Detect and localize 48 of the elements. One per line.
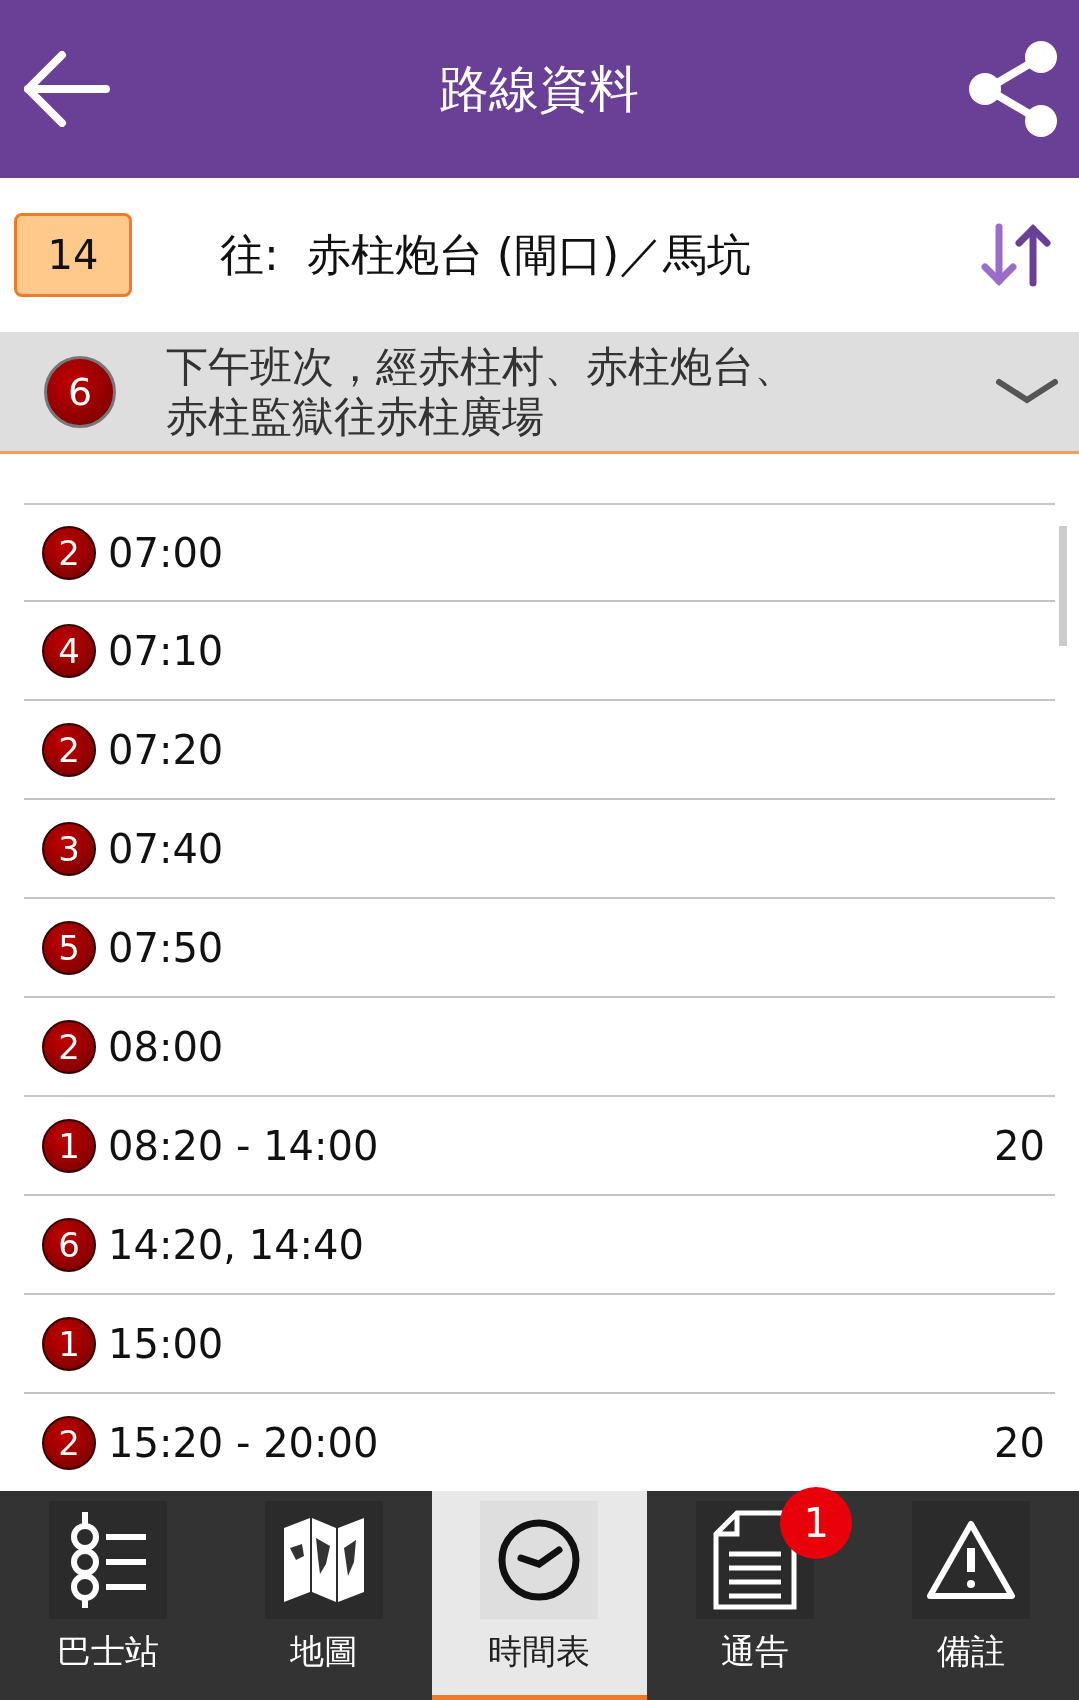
- nav-label: 地圖: [289, 1630, 358, 1673]
- notification-badge: 1: [780, 1487, 853, 1559]
- frequency-minutes: 20: [994, 1122, 1045, 1169]
- map-icon: [283, 1518, 364, 1602]
- warning-icon: [926, 1520, 1017, 1600]
- back-button[interactable]: [24, 51, 110, 127]
- variant-number: 2: [42, 525, 96, 580]
- departure-times: 15:20 - 20:00: [108, 1419, 380, 1466]
- variant-number: 2: [42, 722, 96, 777]
- variant-number: 5: [42, 920, 96, 975]
- share-button[interactable]: [967, 39, 1059, 139]
- variant-description: 下午班次，經赤柱村、赤柱炮台、: [166, 341, 796, 392]
- departure-times: 08:00: [108, 1023, 225, 1070]
- variant-selector[interactable]: 6 下午班次，經赤柱村、赤柱炮台、 赤柱監獄往赤柱廣場: [0, 332, 1079, 454]
- nav-tab[interactable]: 時間表: [431, 1491, 648, 1700]
- departure-times: 07:50: [108, 924, 225, 971]
- departure-times: 14:20, 14:40: [108, 1221, 365, 1268]
- chevron-down-icon: [995, 377, 1059, 406]
- variant-number: 1: [42, 1118, 96, 1173]
- nav-tab[interactable]: 巴士站: [0, 1491, 216, 1700]
- nav-label: 時間表: [488, 1630, 591, 1673]
- departure-times: 07:40: [108, 825, 225, 872]
- variant-number: 3: [42, 821, 96, 876]
- departure-times: 08:20 - 14:00: [108, 1122, 380, 1169]
- screen-title: 路線資料: [438, 58, 639, 120]
- departure-times: 07:20: [108, 726, 225, 773]
- variant-number: 2: [42, 1019, 96, 1074]
- variant-number: 6: [44, 355, 116, 428]
- variant-number: 6: [42, 1217, 96, 1272]
- swap-direction-button[interactable]: [981, 223, 1051, 287]
- variant-number: 4: [42, 623, 96, 678]
- departure-times: 07:10: [108, 627, 225, 674]
- share-icon: [967, 39, 1059, 139]
- variant-number: 1: [42, 1316, 96, 1371]
- nav-label: 巴士站: [56, 1630, 159, 1673]
- document-icon: [713, 1510, 798, 1610]
- departure-times: 15:00: [108, 1320, 225, 1367]
- frequency-minutes: 20: [994, 1419, 1045, 1466]
- nav-label: 通告: [721, 1630, 790, 1673]
- clock-icon: [497, 1518, 582, 1602]
- departure-times: 07:00: [108, 529, 225, 576]
- variant-number: 2: [42, 1415, 96, 1470]
- nav-label: 備註: [937, 1630, 1006, 1673]
- nav-tab[interactable]: 地圖: [215, 1491, 432, 1700]
- route-destination: 往: 赤柱炮台 (閘口)／馬坑: [219, 227, 753, 282]
- nav-tab[interactable]: 備註: [863, 1491, 1079, 1700]
- variant-description: 赤柱監獄往赤柱廣場: [166, 391, 544, 442]
- route-number: 14: [14, 213, 132, 297]
